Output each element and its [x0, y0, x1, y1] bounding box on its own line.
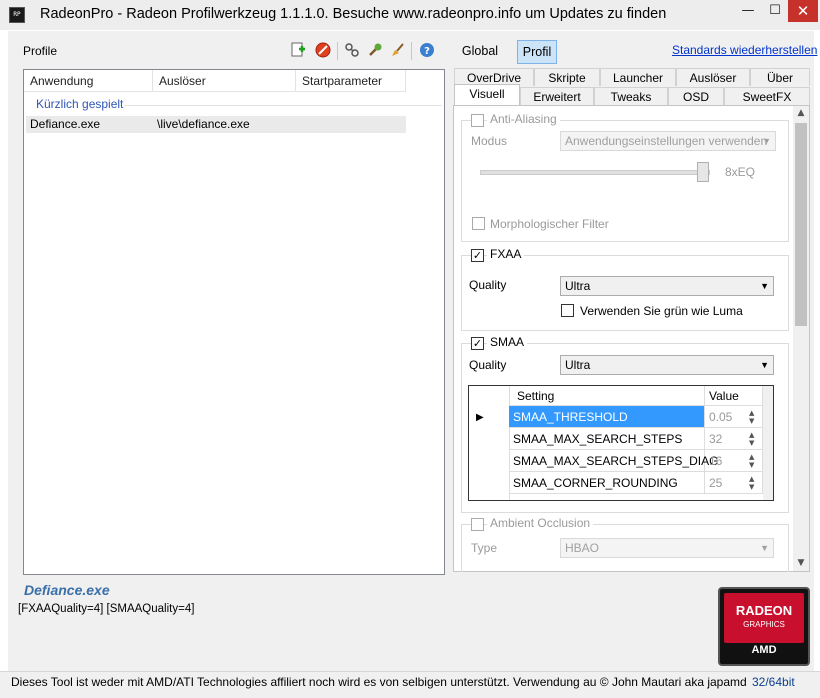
application-list[interactable]: Anwendung Auslöser Startparameter Kürzli…: [23, 69, 445, 575]
morphological-filter-label: Morphologischer Filter: [490, 217, 609, 231]
delete-profile-icon[interactable]: [314, 42, 332, 60]
logo-red-panel: [724, 593, 804, 643]
grid-header-value: Value: [705, 386, 763, 406]
toolbar-separator: [411, 42, 412, 60]
spinner-icon[interactable]: ▲ ▼: [749, 453, 754, 469]
tab-sweetfx[interactable]: SweetFX: [724, 87, 810, 105]
reset-defaults-link[interactable]: Standards wiederherstellen: [672, 43, 817, 57]
column-header-parameters[interactable]: Startparameter: [296, 70, 406, 92]
link-icon[interactable]: [343, 42, 361, 60]
smaa-settings-grid[interactable]: Setting Value ▶ SMAA_THRESHOLD 0.05 ▲ ▼ S…: [468, 385, 774, 501]
group-divider: [124, 105, 442, 106]
luma-checkbox[interactable]: [561, 304, 574, 317]
toolbar-separator: [337, 42, 338, 60]
smaa-quality-select[interactable]: Ultra ▼: [560, 355, 774, 375]
list-item-app: Defiance.exe: [30, 117, 101, 131]
row-selector-icon: ▶: [476, 412, 484, 423]
status-disclaimer-text: Dieses Tool ist weder mit AMD/ATI Techno…: [11, 675, 597, 689]
aa-slider-track[interactable]: [480, 170, 710, 175]
close-button[interactable]: ✕: [788, 0, 818, 22]
tab-launcher[interactable]: Launcher: [600, 68, 676, 86]
grid-cell-setting[interactable]: SMAA_THRESHOLD: [509, 406, 705, 428]
tab-scripts[interactable]: Skripte: [534, 68, 600, 86]
column-header-trigger[interactable]: Auslöser: [153, 70, 296, 92]
add-profile-icon[interactable]: [289, 42, 307, 60]
list-item[interactable]: Defiance.exe \live\defiance.exe: [26, 116, 406, 133]
anti-aliasing-checkbox[interactable]: [471, 114, 484, 127]
selected-profile-params: [FXAAQuality=4] [SMAAQuality=4]: [18, 603, 195, 615]
luma-label: Verwenden Sie grün wie Luma: [580, 304, 743, 318]
selected-profile-name: Defiance.exe: [24, 582, 110, 598]
clean-icon[interactable]: [389, 42, 407, 60]
logo-line3: AMD: [751, 644, 777, 656]
radeon-graphics-logo: RADEON GRAPHICS AMD: [718, 587, 810, 666]
ao-type-label: Type: [471, 541, 498, 555]
aa-slider-value: 8xEQ: [725, 165, 756, 179]
aa-slider-thumb[interactable]: [697, 162, 709, 182]
tab-about[interactable]: Über: [750, 68, 810, 86]
scrollbar-thumb[interactable]: [795, 123, 807, 326]
app-icon: RP: [9, 7, 25, 23]
fxaa-quality-select[interactable]: Ultra ▼: [560, 276, 774, 296]
panel-bottom-cover: [453, 572, 810, 584]
anti-aliasing-label: Anti-Aliasing: [487, 112, 560, 126]
grid-gutter: [763, 386, 773, 500]
svg-text:?: ?: [424, 46, 430, 57]
tab-visual[interactable]: Visuell: [454, 84, 520, 106]
aa-mode-label: Modus: [471, 134, 508, 148]
help-icon[interactable]: ?: [418, 42, 436, 60]
ambient-occlusion-label: Ambient Occlusion: [487, 516, 594, 530]
tab-triggers[interactable]: Auslöser: [676, 68, 750, 86]
ao-type-select[interactable]: HBAO ▼: [560, 538, 774, 558]
scroll-down-icon[interactable]: ▼: [793, 558, 809, 568]
maximize-button[interactable]: ☐: [762, 0, 788, 22]
smaa-quality-label: Quality: [469, 358, 507, 372]
fxaa-quality-value: Ultra: [565, 279, 591, 293]
logo-line2: GRAPHICS: [743, 620, 785, 629]
chevron-down-icon: ▼: [760, 360, 769, 370]
aa-mode-value: Anwendungseinstellungen verwenden: [565, 134, 768, 148]
status-author: © John Mautari aka japamd: [599, 675, 747, 689]
group-recently-played: Kürzlich gespielt: [36, 97, 124, 111]
grid-cell-setting[interactable]: SMAA_MAX_SEARCH_STEPS_DIAG: [509, 450, 718, 472]
tools-icon[interactable]: [366, 42, 384, 60]
tab-osd[interactable]: OSD: [668, 87, 724, 105]
minimize-button[interactable]: —: [734, 0, 762, 22]
status-bits: 32/64bit: [752, 675, 795, 689]
logo-line1: RADEON: [735, 603, 793, 618]
smaa-quality-value: Ultra: [565, 358, 591, 372]
column-header-application[interactable]: Anwendung: [24, 70, 153, 92]
chevron-down-icon: ▼: [762, 136, 771, 146]
ao-type-value: HBAO: [565, 541, 600, 555]
grid-header-setting: Setting: [509, 386, 705, 406]
spinner-icon[interactable]: ▲ ▼: [749, 431, 754, 447]
chevron-down-icon: ▼: [760, 281, 769, 291]
spinner-icon[interactable]: ▲ ▼: [749, 475, 754, 491]
spinner-icon[interactable]: ▲ ▼: [749, 409, 754, 425]
scroll-up-icon[interactable]: ▲: [793, 108, 809, 118]
grid-cell-setting[interactable]: SMAA_MAX_SEARCH_STEPS: [509, 428, 705, 450]
smaa-label: SMAA: [487, 335, 528, 349]
fxaa-label: FXAA: [487, 247, 525, 261]
ambient-occlusion-checkbox[interactable]: [471, 518, 484, 531]
fxaa-checkbox[interactable]: ✓: [471, 249, 484, 262]
grid-cell-setting[interactable]: SMAA_CORNER_ROUNDING: [509, 472, 705, 494]
window-title: RadeonPro - Radeon Profilwerkzeug 1.1.1.…: [40, 6, 667, 22]
tab-advanced[interactable]: Erweitert: [520, 87, 594, 105]
status-disclaimer: Dieses Tool ist weder mit AMD/ATI Techno…: [11, 675, 747, 689]
profile-button[interactable]: Profil: [517, 40, 557, 64]
chevron-down-icon: ▼: [760, 543, 769, 553]
fxaa-quality-label: Quality: [469, 278, 507, 292]
tab-tweaks[interactable]: Tweaks: [594, 87, 668, 105]
profiles-label: Profile: [23, 44, 58, 58]
aa-mode-select[interactable]: Anwendungseinstellungen verwenden ▼: [560, 131, 776, 151]
smaa-checkbox[interactable]: ✓: [471, 337, 484, 350]
global-button[interactable]: Global: [455, 41, 505, 62]
list-item-trigger: \live\defiance.exe: [157, 117, 250, 131]
grid-row-header-column: [469, 386, 510, 500]
morphological-filter-checkbox[interactable]: [472, 217, 485, 230]
